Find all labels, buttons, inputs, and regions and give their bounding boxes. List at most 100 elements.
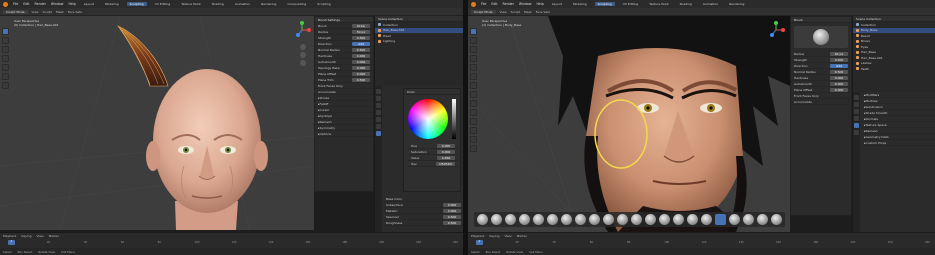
brush-preset-icon[interactable] [645,214,656,225]
tool-props-tab[interactable] [376,89,381,94]
menu-face-sets[interactable]: Face Sets [68,10,82,14]
workspace-tab-rendering[interactable]: Rendering [258,2,279,6]
menu-view[interactable]: View [32,10,39,14]
pan-view-icon[interactable] [300,52,306,58]
axis-gizmo-icon[interactable] [766,20,786,40]
object-props-tab[interactable] [376,117,381,122]
property-value[interactable]: 0.000 [830,81,848,86]
menu-render[interactable]: Render [35,2,46,6]
timeline-menu-item[interactable]: Marker [517,234,527,238]
tool-props-tab[interactable] [854,95,859,100]
timeline-ruler[interactable]: 1 0 20 40 60 80 100 120 140 160 180 200 220 240 [0,240,463,248]
property-value[interactable]: 0.000 [443,208,461,213]
menu-edit[interactable]: Edit [491,2,497,6]
workspace-tab-texture-paint[interactable]: Texture Paint [178,2,203,6]
smooth-brush-tool[interactable] [470,100,477,107]
property-value[interactable]: 62 px [830,51,848,56]
property-value[interactable]: 0.000 [830,75,848,80]
brush-preset-icon[interactable] [505,214,516,225]
workspace-tab-modeling[interactable]: Modeling [570,2,590,6]
timeline-menu-item[interactable]: Marker [49,234,59,238]
property-value[interactable]: 0.500 [830,69,848,74]
workspace-tab-scripting[interactable]: Scripting [314,2,333,6]
panel-section-header[interactable]: ▸ Options [315,131,373,137]
blender-logo-icon[interactable] [3,1,8,7]
property-value[interactable]: 0.000 [352,65,370,70]
mask-brush-tool[interactable] [2,73,9,80]
data-props-tab[interactable] [854,130,859,135]
inflate-brush-tool[interactable] [470,73,477,80]
timeline-menu-item[interactable]: View [504,234,511,238]
brush-preset-icon[interactable] [533,214,544,225]
mask-brush-tool[interactable] [470,145,477,152]
brush-preset-icon[interactable] [757,214,768,225]
brush-preset-icon[interactable] [547,214,558,225]
clay-brush-tool[interactable] [470,46,477,53]
property-value[interactable]: 0.000 [443,202,461,207]
mode-select[interactable]: Sculpt Mode [3,9,28,14]
clay-strips-brush-tool[interactable] [470,55,477,62]
brush-preset-icon[interactable] [477,214,488,225]
left-3d-viewport[interactable]: User Perspective (0) Collection | Hair_B… [0,16,314,230]
brush-preset-icon[interactable] [617,214,628,225]
brush-preset-icon[interactable] [687,214,698,225]
property-value[interactable]: 0.500 [352,35,370,40]
timeline-menu-item[interactable]: Keying [489,234,499,238]
render-props-tab[interactable] [376,96,381,101]
workspace-tab-compositing[interactable]: Compositing [284,2,309,6]
property-value[interactable]: 0.500 [352,47,370,52]
property-value[interactable]: 0.500 [443,220,461,225]
brush-preset-icon[interactable] [589,214,600,225]
brush-preset-icon[interactable] [575,214,586,225]
material-props-tab[interactable] [376,131,381,136]
property-value[interactable]: 0.000 [437,143,455,148]
brush-preset-icon[interactable] [561,214,572,225]
workspace-tab-shading[interactable]: Shading [677,2,695,6]
color-wheel[interactable] [408,99,448,139]
property-value[interactable]: Draw [352,23,370,28]
property-value[interactable]: Add [352,41,370,46]
menu-mask[interactable]: Mask [524,10,532,14]
blob-brush-tool[interactable] [470,82,477,89]
scene-props-tab[interactable] [376,110,381,115]
timeline-menu-item[interactable]: Playback [471,234,484,238]
timeline-menu-item[interactable]: Playback [3,234,16,238]
menu-help[interactable]: Help [68,2,75,6]
draw-sharp-brush-tool[interactable] [470,37,477,44]
clay-brush-tool[interactable] [2,37,9,44]
crease-brush-tool[interactable] [470,91,477,98]
layer-brush-tool[interactable] [470,64,477,71]
annotate-tool[interactable] [2,82,9,89]
workspace-tab-rendering[interactable]: Rendering [726,2,747,6]
right-3d-viewport[interactable]: User Perspective (1) Collection | Body_B… [468,16,790,232]
property-value[interactable]: 0.500 [830,57,848,62]
flatten-brush-tool[interactable] [470,109,477,116]
property-value[interactable]: 0.500 [352,77,370,82]
property-value[interactable]: 0.836 [437,155,455,160]
menu-sculpt[interactable]: Sculpt [43,10,52,14]
modifier-props-tab[interactable] [854,123,859,128]
workspace-tab-texture-paint[interactable]: Texture Paint [646,2,671,6]
object-props-tab[interactable] [854,116,859,121]
timeline-ruler[interactable]: 1 0 20 40 60 80 100 120 140 160 180 200 220 240 [468,240,935,248]
menu-view[interactable]: View [500,10,507,14]
brush-preset-icon[interactable] [771,214,782,225]
property-value[interactable]: 50 px [352,29,370,34]
brush-preset-icon[interactable] [519,214,530,225]
value-slider[interactable] [452,99,456,139]
workspace-tab-sculpting[interactable]: Sculpting [126,2,147,6]
render-props-tab[interactable] [854,102,859,107]
menu-mask[interactable]: Mask [56,10,64,14]
brush-preset-icon[interactable] [743,214,754,225]
brush-preset-icon[interactable] [631,214,642,225]
brush-preset-icon[interactable] [673,214,684,225]
workspace-tab-sculpting[interactable]: Sculpting [594,2,615,6]
brush-preset-icon[interactable] [715,214,726,225]
timeline-menu-item[interactable]: View [36,234,43,238]
brush-preview[interactable] [794,26,848,48]
workspace-tab-animation[interactable]: Animation [232,2,253,6]
draw-brush-tool[interactable] [470,28,477,35]
axis-gizmo-icon[interactable] [292,20,312,40]
workspace-tab-shading[interactable]: Shading [209,2,227,6]
inflate-brush-tool[interactable] [2,46,9,53]
